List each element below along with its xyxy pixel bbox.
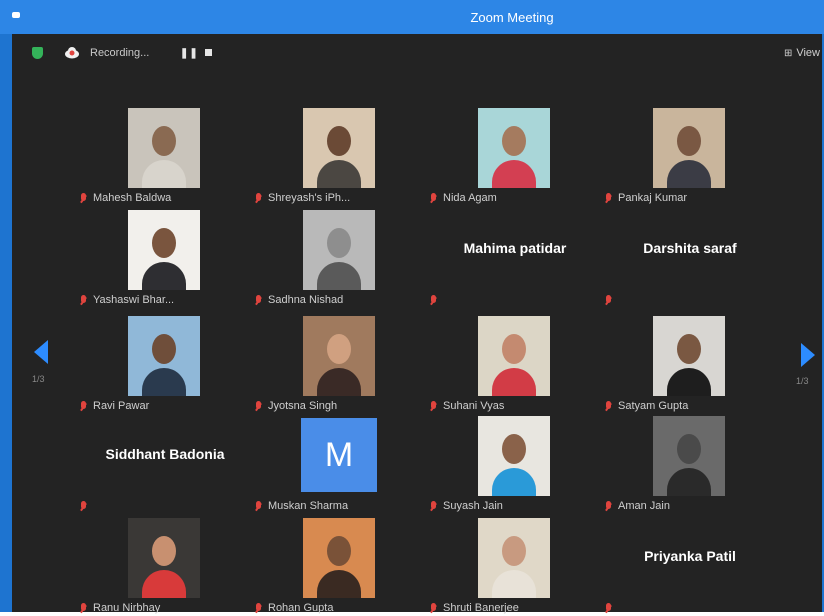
next-page-arrow-icon[interactable]: [801, 343, 815, 367]
mic-muted-icon: [80, 192, 87, 204]
page-indicator-left: 1/3: [32, 374, 45, 384]
meeting-top-bar: Recording... ❚❚ ⊞ View: [12, 34, 822, 74]
participant-name: Shruti Banerjee: [443, 602, 519, 614]
participant-name-row: [605, 600, 618, 616]
mic-muted-icon: [80, 500, 87, 512]
participant-video: [478, 416, 550, 496]
participant-tile[interactable]: Rohan Gupta: [255, 512, 425, 616]
mic-muted-icon: [255, 294, 262, 306]
participant-name: Rohan Gupta: [268, 602, 334, 614]
participant-name-row: Ranu Nirbhay: [80, 600, 160, 616]
participant-tile[interactable]: Mahesh Baldwa: [80, 102, 250, 206]
mic-muted-icon: [430, 294, 437, 306]
participant-tile[interactable]: Suyash Jain: [430, 410, 600, 514]
participant-tile[interactable]: Jyotsna Singh: [255, 310, 425, 414]
participant-video: [128, 518, 200, 598]
participant-name-row: [605, 292, 618, 308]
mic-muted-icon: [255, 192, 262, 204]
participant-name: Shreyash's iPh...: [268, 192, 351, 204]
participant-name: Nida Agam: [443, 192, 497, 204]
shield-icon[interactable]: [32, 47, 43, 59]
meeting-content: Recording... ❚❚ ⊞ View 1/3 1/3 Mahesh Bal…: [12, 34, 822, 614]
participant-name: Ranu Nirbhay: [93, 602, 161, 614]
recording-label: Recording...: [90, 47, 150, 59]
participant-name-row: Sadhna Nishad: [255, 292, 343, 308]
participant-tile[interactable]: Mahima patidar: [430, 204, 600, 308]
window-title: Zoom Meeting: [470, 10, 554, 25]
participant-tile[interactable]: Ravi Pawar: [80, 310, 250, 414]
participant-video: [128, 210, 200, 290]
participant-tile[interactable]: Shruti Banerjee: [430, 512, 600, 616]
participant-video: [128, 316, 200, 396]
participant-tile[interactable]: Satyam Gupta: [605, 310, 775, 414]
mic-muted-icon: [80, 294, 87, 306]
participant-tile[interactable]: Yashaswi Bhar...: [80, 204, 250, 308]
participant-name-row: Yashaswi Bhar...: [80, 292, 174, 308]
participant-display-name: Siddhant Badonia: [105, 446, 225, 462]
avatar-letter: M: [301, 418, 377, 492]
participant-tile[interactable]: Darshita saraf: [605, 204, 775, 308]
participant-video: [478, 108, 550, 188]
participant-display-name: Priyanka Patil: [644, 548, 736, 564]
participant-tile[interactable]: Shreyash's iPh...: [255, 102, 425, 206]
participant-tile[interactable]: Ranu Nirbhay: [80, 512, 250, 616]
participant-video: [128, 108, 200, 188]
participant-name: Yashaswi Bhar...: [93, 294, 175, 306]
participant-tile[interactable]: M Muskan Sharma: [255, 410, 425, 514]
title-bar: Zoom Meeting: [0, 0, 824, 34]
mic-muted-icon: [255, 500, 262, 512]
mic-muted-icon: [605, 500, 612, 512]
participant-video: [303, 210, 375, 290]
participant-video: [478, 518, 550, 598]
stop-recording-button[interactable]: [205, 49, 212, 56]
participant-tile[interactable]: Nida Agam: [430, 102, 600, 206]
participant-video: [303, 108, 375, 188]
recording-cloud-icon: [65, 47, 79, 59]
participant-name: Suyash Jain: [443, 500, 503, 512]
page-indicator-right: 1/3: [796, 376, 809, 386]
participant-name-row: Rohan Gupta: [255, 600, 333, 616]
participant-video: [653, 416, 725, 496]
previous-page-arrow-icon[interactable]: [34, 340, 48, 364]
participant-tile[interactable]: Pankaj Kumar: [605, 102, 775, 206]
participant-tile[interactable]: Priyanka Patil: [605, 512, 775, 616]
participant-name: Pankaj Kumar: [618, 192, 688, 204]
view-button[interactable]: ⊞ View: [784, 47, 820, 59]
participant-video: [653, 108, 725, 188]
participant-video: [303, 518, 375, 598]
pause-recording-button[interactable]: ❚❚: [180, 48, 199, 59]
participant-display-name: Darshita saraf: [643, 240, 737, 256]
participant-tile[interactable]: Siddhant Badonia: [80, 410, 250, 514]
participant-name: Muskan Sharma: [268, 500, 349, 512]
participant-name-row: Shruti Banerjee: [430, 600, 519, 616]
participant-name: Aman Jain: [618, 500, 670, 512]
participant-tile[interactable]: Sadhna Nishad: [255, 204, 425, 308]
participant-name: Sadhna Nishad: [268, 294, 344, 306]
participant-video: [303, 316, 375, 396]
mic-muted-icon: [605, 294, 612, 306]
view-label: View: [796, 47, 820, 59]
mic-muted-icon: [430, 500, 437, 512]
participant-name-row: [430, 292, 443, 308]
participant-tile[interactable]: Suhani Vyas: [430, 310, 600, 414]
mic-muted-icon: [605, 192, 612, 204]
mic-muted-icon: [430, 192, 437, 204]
zoom-window: Zoom Meeting Recording... ❚❚ ⊞ View 1/3 1…: [0, 0, 824, 614]
participant-display-name: Mahima patidar: [463, 240, 567, 256]
grid-view-icon: ⊞: [783, 48, 793, 59]
participant-video: [478, 316, 550, 396]
participant-video: [653, 316, 725, 396]
participant-tile[interactable]: Aman Jain: [605, 410, 775, 514]
participant-name: Mahesh Baldwa: [93, 192, 172, 204]
